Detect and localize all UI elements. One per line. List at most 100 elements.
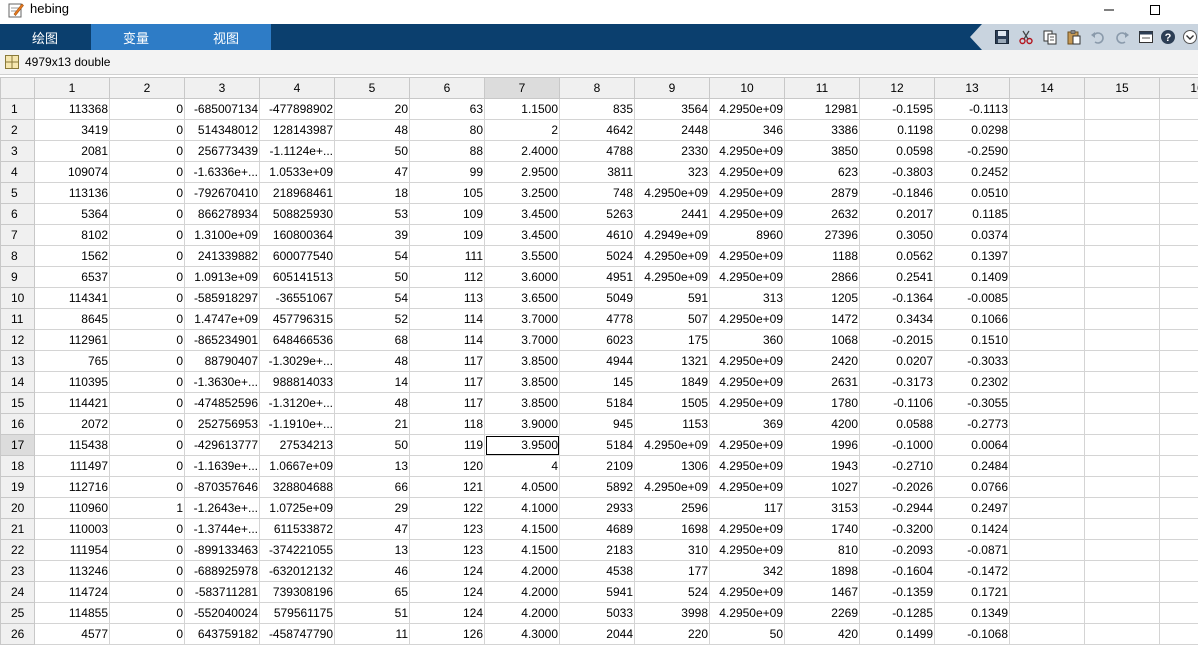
table-cell[interactable]: 4610 (559, 224, 635, 246)
table-cell[interactable]: 1321 (634, 350, 710, 372)
table-cell[interactable]: 0.0064 (934, 434, 1010, 456)
table-cell[interactable] (1159, 392, 1198, 414)
table-cell[interactable]: 4.2950e+09 (709, 476, 785, 498)
table-cell[interactable]: 2420 (784, 350, 860, 372)
table-cell[interactable]: 0.0374 (934, 224, 1010, 246)
row-header[interactable]: 19 (0, 476, 35, 498)
table-cell[interactable]: 1205 (784, 287, 860, 309)
table-cell[interactable]: 4.2950e+09 (709, 602, 785, 624)
table-cell[interactable]: 579561175 (259, 602, 335, 624)
table-cell[interactable]: 2081 (34, 140, 110, 162)
table-cell[interactable]: 50 (709, 623, 785, 645)
table-cell[interactable]: -0.1068 (934, 623, 1010, 645)
table-cell[interactable]: -1.3744e+... (184, 518, 260, 540)
table-cell[interactable]: -0.1364 (859, 287, 935, 309)
table-cell[interactable]: -0.3055 (934, 392, 1010, 414)
table-cell[interactable] (1009, 371, 1085, 393)
table-cell[interactable]: 99 (409, 161, 485, 183)
row-header[interactable]: 9 (0, 266, 35, 288)
row-header[interactable]: 10 (0, 287, 35, 309)
table-cell[interactable]: 0 (109, 392, 185, 414)
table-cell[interactable]: 3386 (784, 119, 860, 141)
table-cell[interactable]: 12981 (784, 98, 860, 120)
table-cell[interactable]: 0.1510 (934, 329, 1010, 351)
table-cell[interactable] (1009, 434, 1085, 456)
table-cell[interactable]: 2441 (634, 203, 710, 225)
table-cell[interactable] (1159, 203, 1198, 225)
table-cell[interactable]: 0 (109, 413, 185, 435)
table-cell[interactable]: 117 (409, 350, 485, 372)
table-cell[interactable]: 346 (709, 119, 785, 141)
table-cell[interactable] (1084, 476, 1160, 498)
table-cell[interactable]: 4.2950e+09 (709, 182, 785, 204)
table-cell[interactable] (1009, 602, 1085, 624)
table-cell[interactable] (1009, 413, 1085, 435)
table-cell[interactable] (1009, 518, 1085, 540)
table-cell[interactable] (1159, 98, 1198, 120)
table-cell[interactable]: 1.3100e+09 (184, 224, 260, 246)
table-cell[interactable]: 47 (334, 518, 410, 540)
table-cell[interactable]: -0.2026 (859, 476, 935, 498)
table-cell[interactable]: 0.0298 (934, 119, 1010, 141)
column-header[interactable]: 5 (334, 77, 410, 99)
table-cell[interactable]: 0 (109, 161, 185, 183)
table-cell[interactable] (1159, 497, 1198, 519)
table-cell[interactable]: -865234901 (184, 329, 260, 351)
table-cell[interactable] (1009, 308, 1085, 330)
table-cell[interactable]: 113246 (34, 560, 110, 582)
table-cell[interactable]: 109 (409, 224, 485, 246)
table-cell[interactable]: 0 (109, 308, 185, 330)
column-header[interactable]: 8 (559, 77, 635, 99)
column-header[interactable]: 13 (934, 77, 1010, 99)
table-cell[interactable]: 4.2950e+09 (634, 266, 710, 288)
table-cell[interactable] (1159, 455, 1198, 477)
table-cell[interactable]: 4.2949e+09 (634, 224, 710, 246)
row-header[interactable]: 21 (0, 518, 35, 540)
row-header[interactable]: 25 (0, 602, 35, 624)
table-cell[interactable]: 0.0598 (859, 140, 935, 162)
table-cell[interactable] (1009, 245, 1085, 267)
tab-variable[interactable]: 变量 (91, 24, 181, 50)
table-cell[interactable]: 4.2950e+09 (709, 98, 785, 120)
table-cell[interactable]: 4.2950e+09 (709, 266, 785, 288)
column-header[interactable]: 14 (1009, 77, 1085, 99)
table-cell[interactable]: 88 (409, 140, 485, 162)
table-cell[interactable]: -0.2015 (859, 329, 935, 351)
table-cell[interactable] (1084, 602, 1160, 624)
table-cell[interactable] (1159, 350, 1198, 372)
table-cell[interactable]: 3564 (634, 98, 710, 120)
table-cell[interactable]: -0.3033 (934, 350, 1010, 372)
table-cell[interactable]: 360 (709, 329, 785, 351)
table-cell[interactable]: 51 (334, 602, 410, 624)
table-cell[interactable]: 0 (109, 287, 185, 309)
table-cell[interactable]: -0.1846 (859, 182, 935, 204)
row-header[interactable]: 5 (0, 182, 35, 204)
table-cell[interactable]: -688925978 (184, 560, 260, 582)
row-header[interactable]: 12 (0, 329, 35, 351)
table-cell[interactable]: 0.1409 (934, 266, 1010, 288)
table-cell[interactable]: 4.2950e+09 (709, 539, 785, 561)
table-cell[interactable]: 0.1349 (934, 602, 1010, 624)
minimize-toolstrip-icon[interactable] (1182, 29, 1198, 45)
table-cell[interactable]: 0 (109, 140, 185, 162)
table-cell[interactable]: -0.2590 (934, 140, 1010, 162)
table-cell[interactable]: 4944 (559, 350, 635, 372)
table-cell[interactable]: -0.1285 (859, 602, 935, 624)
table-cell[interactable] (1009, 476, 1085, 498)
row-header[interactable]: 24 (0, 581, 35, 603)
cut-icon[interactable] (1018, 29, 1034, 45)
table-cell[interactable] (1009, 287, 1085, 309)
table-cell[interactable]: 1467 (784, 581, 860, 603)
table-cell[interactable] (1159, 182, 1198, 204)
table-cell[interactable] (1159, 329, 1198, 351)
table-cell[interactable] (1084, 623, 1160, 645)
table-cell[interactable]: 342 (709, 560, 785, 582)
table-cell[interactable]: 2.9500 (484, 161, 560, 183)
table-cell[interactable] (1084, 518, 1160, 540)
undo-icon[interactable] (1090, 29, 1106, 45)
table-cell[interactable]: -0.3173 (859, 371, 935, 393)
table-cell[interactable]: 4642 (559, 119, 635, 141)
table-cell[interactable] (1009, 455, 1085, 477)
table-cell[interactable] (1084, 329, 1160, 351)
column-header[interactable]: 16 (1159, 77, 1198, 99)
